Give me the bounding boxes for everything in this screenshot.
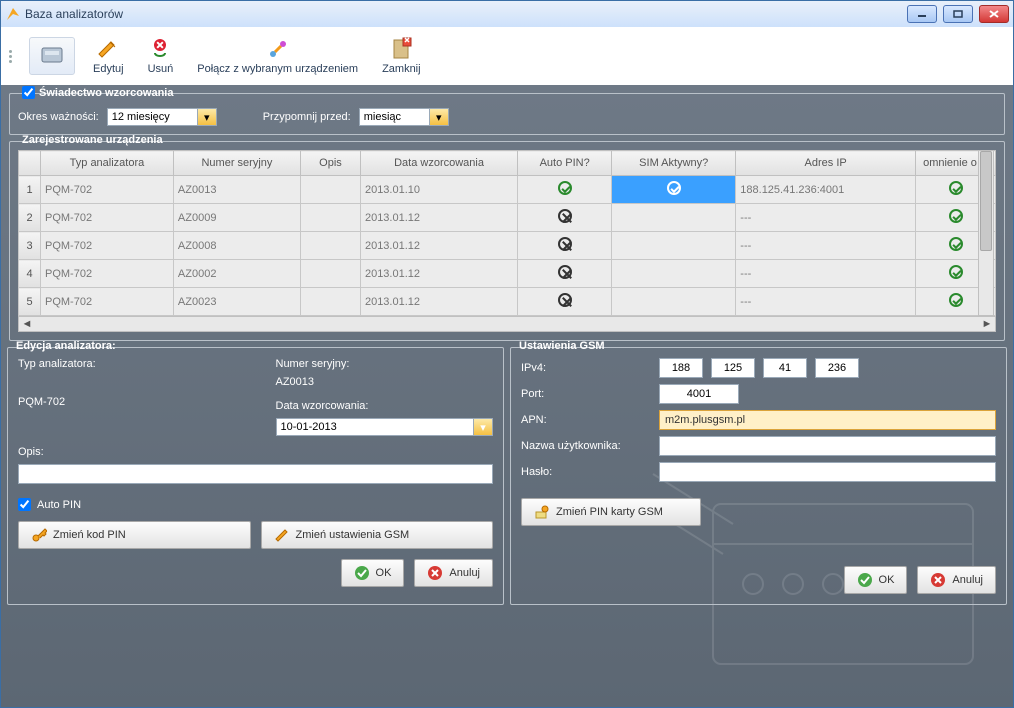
- certificate-legend: Świadectwo wzorcowania: [39, 87, 173, 99]
- col-type[interactable]: Typ analizatora: [41, 151, 174, 176]
- ip-b[interactable]: [711, 358, 755, 378]
- change-gsm-button[interactable]: Zmień ustawienia GSM: [261, 521, 494, 549]
- validity-combo[interactable]: ▾: [107, 108, 217, 126]
- apn-input[interactable]: [659, 410, 996, 430]
- remind-combo[interactable]: ▾: [359, 108, 449, 126]
- serial-label: Numer seryjny:: [276, 358, 494, 370]
- maximize-button[interactable]: [943, 5, 973, 23]
- ipv4-label: IPv4:: [521, 362, 651, 374]
- editor-legend: Edycja analizatora:: [16, 340, 116, 352]
- change-sim-pin-button[interactable]: Zmień PIN karty GSM: [521, 498, 701, 526]
- ip-c[interactable]: [763, 358, 807, 378]
- close-button[interactable]: [979, 5, 1009, 23]
- cancel-icon: [930, 572, 946, 588]
- validity-label: Okres ważności:: [18, 111, 99, 123]
- close-tool-button[interactable]: Zamknij: [376, 35, 427, 77]
- pencil-icon: [274, 527, 290, 543]
- change-pin-button[interactable]: Zmień kod PIN: [18, 521, 251, 549]
- autopin-checkbox[interactable]: [18, 498, 31, 511]
- ok-icon: [857, 572, 873, 588]
- pass-label: Hasło:: [521, 466, 651, 478]
- app-icon: [5, 6, 21, 22]
- port-input[interactable]: [659, 384, 739, 404]
- minimize-button[interactable]: [907, 5, 937, 23]
- toolbar-grip[interactable]: [9, 36, 17, 76]
- serial-value: AZ0013: [276, 376, 494, 388]
- dropdown-icon[interactable]: ▾: [197, 108, 217, 126]
- port-label: Port:: [521, 388, 651, 400]
- col-ip[interactable]: Adres IP: [736, 151, 916, 176]
- vertical-scrollbar[interactable]: [978, 150, 994, 316]
- autopin-label: Auto PIN: [37, 499, 81, 511]
- devices-group: Zarejestrowane urządzenia Typ analizator…: [9, 141, 1005, 341]
- editor-panel: Edycja analizatora: Typ analizatora: PQM…: [7, 347, 504, 605]
- ip-d[interactable]: [815, 358, 859, 378]
- table-row[interactable]: 2PQM-702AZ00092013.01.12---: [19, 204, 996, 232]
- apn-label: APN:: [521, 414, 651, 426]
- col-simactive[interactable]: SIM Aktywny?: [612, 151, 736, 176]
- table-row[interactable]: 4PQM-702AZ00022013.01.12---: [19, 260, 996, 288]
- validity-value[interactable]: [107, 108, 197, 126]
- certificate-checkbox[interactable]: [22, 86, 35, 99]
- table-row[interactable]: 5PQM-702AZ00232013.01.12---: [19, 288, 996, 316]
- key-icon: [31, 527, 47, 543]
- type-label: Typ analizatora:: [18, 358, 236, 370]
- remind-value[interactable]: [359, 108, 429, 126]
- editor-cancel-button[interactable]: Anuluj: [414, 559, 493, 587]
- caldate-label: Data wzorcowania:: [276, 400, 494, 412]
- window-title: Baza analizatorów: [25, 7, 907, 21]
- caldate-value[interactable]: [276, 418, 474, 436]
- pass-input[interactable]: [659, 462, 996, 482]
- body: Świadectwo wzorcowania Okres ważności: ▾…: [1, 85, 1013, 707]
- col-autopin[interactable]: Auto PIN?: [518, 151, 612, 176]
- cancel-icon: [427, 565, 443, 581]
- toolbar-device-icon[interactable]: [29, 37, 75, 75]
- gsm-ok-button[interactable]: OK: [844, 566, 908, 594]
- ip-a[interactable]: [659, 358, 703, 378]
- devices-legend: Zarejestrowane urządzenia: [18, 134, 167, 146]
- ok-icon: [354, 565, 370, 581]
- table-row[interactable]: 1PQM-702AZ00132013.01.10188.125.41.236:4…: [19, 176, 996, 204]
- col-caldate[interactable]: Data wzorcowania: [360, 151, 517, 176]
- connect-button[interactable]: Połącz z wybranym urządzeniem: [191, 35, 364, 77]
- title-bar: Baza analizatorów: [1, 1, 1013, 27]
- editor-ok-button[interactable]: OK: [341, 559, 405, 587]
- gsm-legend: Ustawienia GSM: [519, 340, 605, 352]
- user-label: Nazwa użytkownika:: [521, 440, 651, 452]
- user-input[interactable]: [659, 436, 996, 456]
- edit-button[interactable]: Edytuj: [87, 35, 130, 77]
- toolbar: Edytuj Usuń Połącz z wybranym urządzenie…: [1, 27, 1013, 85]
- devices-table: Typ analizatora Numer seryjny Opis Data …: [18, 150, 996, 316]
- caldate-combo[interactable]: ▾: [276, 418, 494, 436]
- remind-label: Przypomnij przed:: [263, 111, 351, 123]
- delete-button[interactable]: Usuń: [142, 35, 180, 77]
- desc-input[interactable]: [18, 464, 493, 484]
- app-window: Baza analizatorów Edytuj Usuń Połącz z w…: [0, 0, 1014, 708]
- desc-label: Opis:: [18, 446, 493, 458]
- dropdown-icon[interactable]: ▾: [473, 418, 493, 436]
- horizontal-scrollbar[interactable]: ◄►: [18, 316, 996, 332]
- sim-icon: [534, 504, 550, 520]
- dropdown-icon[interactable]: ▾: [429, 108, 449, 126]
- gsm-panel: Ustawienia GSM IPv4: Port: APN:: [510, 347, 1007, 605]
- table-row[interactable]: 3PQM-702AZ00082013.01.12---: [19, 232, 996, 260]
- col-desc[interactable]: Opis: [300, 151, 360, 176]
- certificate-group: Świadectwo wzorcowania Okres ważności: ▾…: [9, 93, 1005, 135]
- col-serial[interactable]: Numer seryjny: [173, 151, 300, 176]
- type-value: PQM-702: [18, 396, 236, 408]
- gsm-cancel-button[interactable]: Anuluj: [917, 566, 996, 594]
